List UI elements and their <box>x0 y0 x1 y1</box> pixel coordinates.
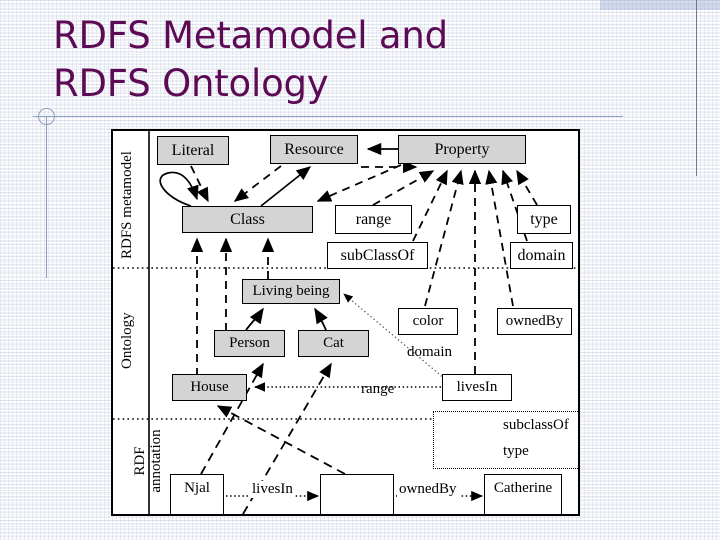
node-type-meta[interactable]: type <box>517 205 571 234</box>
node-cat[interactable]: Cat <box>298 330 369 357</box>
node-color[interactable]: color <box>398 308 458 335</box>
rdfs-metamodel-diagram: RDFS metamodel Ontology RDF annotation L… <box>111 129 580 516</box>
page-title: RDFS Metamodel and RDFS Ontology <box>53 14 448 106</box>
node-njal[interactable]: Njal <box>170 474 224 514</box>
left-vertical-rule <box>46 116 47 278</box>
band-label-rdf-annotation: RDF annotation <box>117 421 164 501</box>
legend-label-type: type <box>503 443 529 459</box>
node-catherine[interactable]: Catherine <box>484 474 562 514</box>
node-house-instance[interactable] <box>320 474 394 514</box>
node-house[interactable]: House <box>172 374 247 401</box>
band-label-ontology: Ontology <box>119 312 135 369</box>
node-property[interactable]: Property <box>398 135 526 164</box>
title-underline-rule <box>33 116 623 117</box>
node-person[interactable]: Person <box>214 330 285 357</box>
node-subclassof[interactable]: subClassOf <box>327 242 428 269</box>
node-resource[interactable]: Resource <box>270 135 358 164</box>
band-label-rdf-annotation-text: RDF annotation <box>131 429 164 493</box>
legend-label-subclassof: subclassOf <box>503 417 569 433</box>
bullet-circle-decoration <box>38 108 55 125</box>
node-ownedby-prop[interactable]: ownedBy <box>497 308 572 335</box>
top-accent-band <box>600 0 720 10</box>
node-literal[interactable]: Literal <box>157 136 229 165</box>
node-living-being[interactable]: Living being <box>242 279 340 304</box>
right-vertical-rule <box>696 0 697 176</box>
label-domain-free: domain <box>407 344 452 360</box>
node-class[interactable]: Class <box>182 206 313 233</box>
label-range-free: range <box>361 381 395 397</box>
node-range-meta[interactable]: range <box>335 205 412 234</box>
band-label-metamodel: RDFS metamodel <box>119 151 135 259</box>
label-livesin-rel: livesIn <box>250 481 295 498</box>
node-livesin-prop[interactable]: livesIn <box>442 374 512 401</box>
label-ownedby-rel: ownedBy <box>397 481 459 498</box>
node-domain-meta[interactable]: domain <box>510 242 573 269</box>
